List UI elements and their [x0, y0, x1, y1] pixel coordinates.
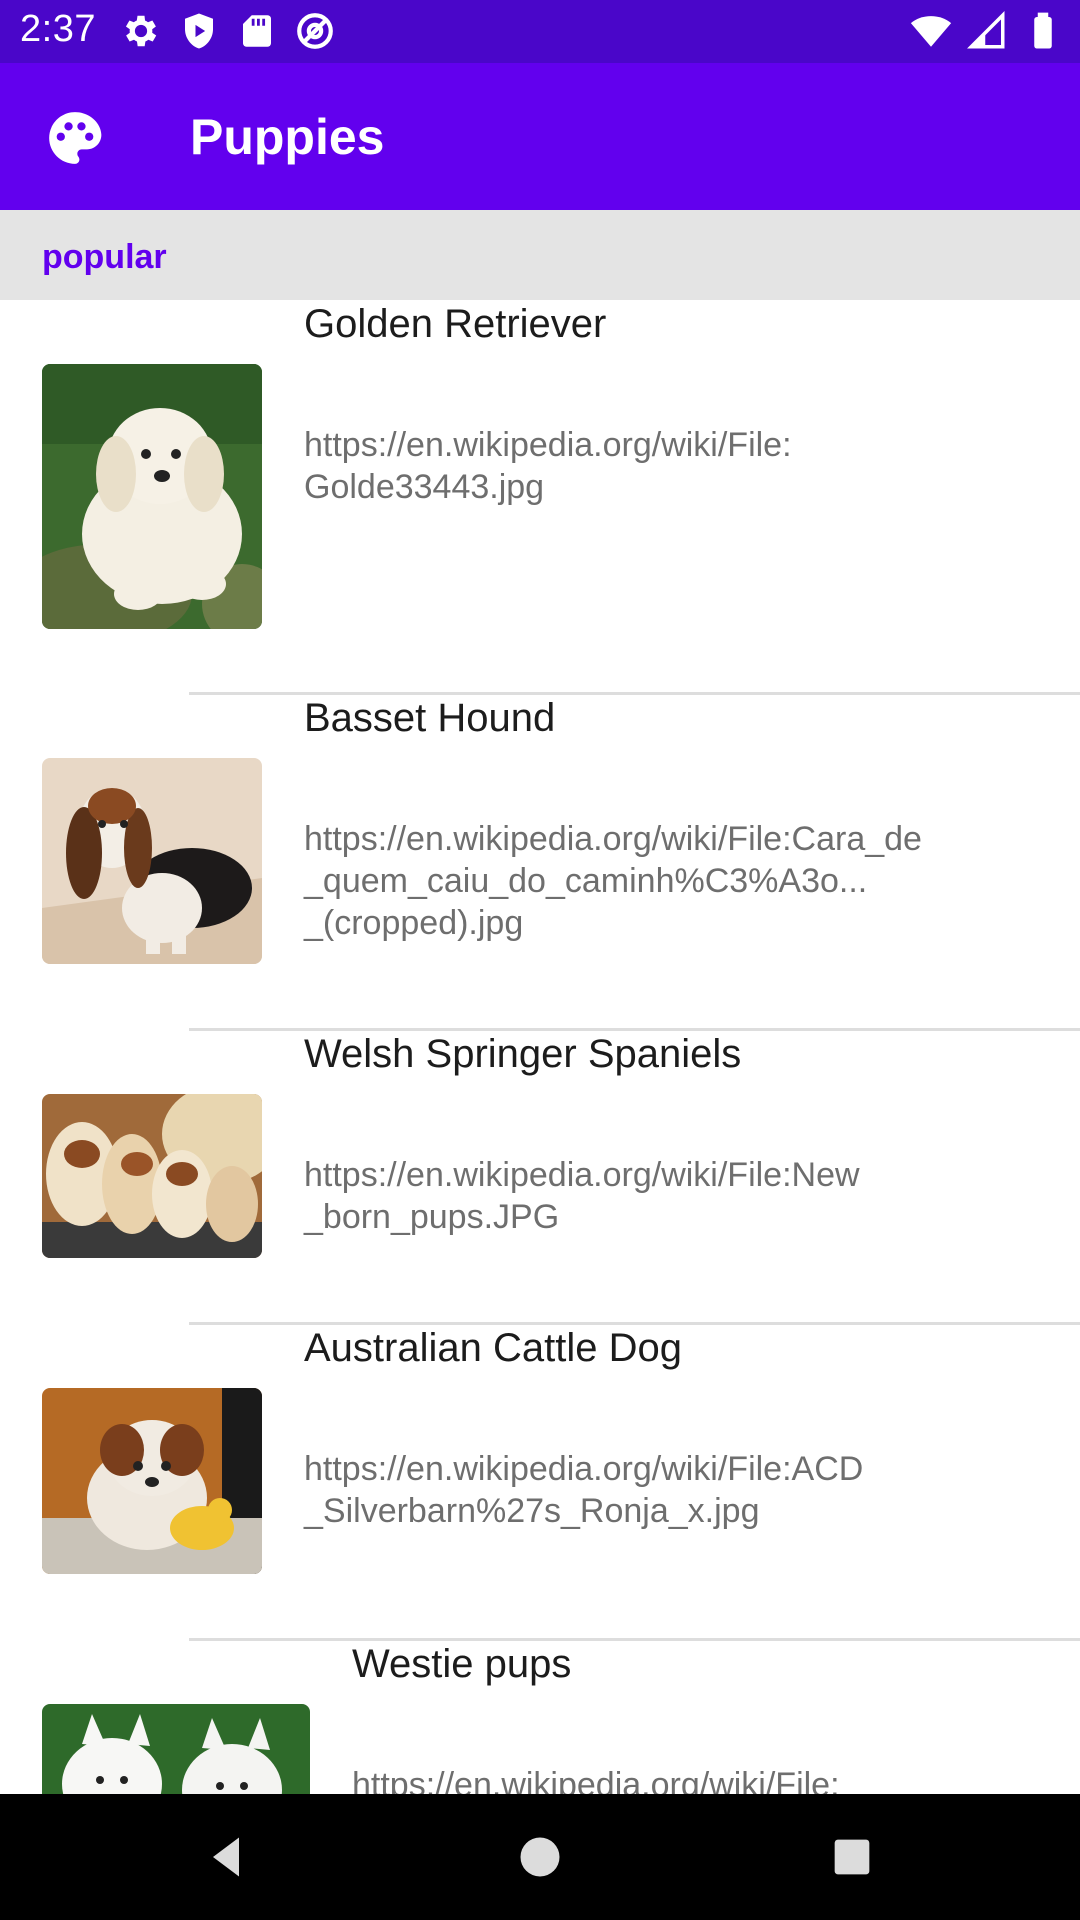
list-item[interactable]: Westie pups https://en.wikipedia.org/wik…: [0, 1640, 1080, 1794]
navigation-bar: [0, 1794, 1080, 1920]
page-title: Puppies: [190, 109, 385, 165]
item-url-line: _(cropped).jpg: [304, 904, 524, 942]
section-header: popular: [0, 210, 1080, 300]
play-protect-icon: [185, 13, 213, 49]
list-item[interactable]: Golden Retriever https://en.wikipedia.or…: [0, 300, 1080, 694]
item-url-line: https://en.wikipedia.org/wiki/File:: [304, 426, 792, 464]
item-url-line: _quem_caiu_do_caminh%C3%A3o...: [304, 862, 868, 900]
home-icon[interactable]: [514, 1831, 566, 1883]
item-url-line: https://en.wikipedia.org/wiki/File:ACD: [304, 1450, 864, 1488]
settings-icon: [125, 15, 157, 47]
list-item[interactable]: Basset Hound https://en.wikipedia.org/wi…: [0, 694, 1080, 1030]
battery-icon: [1034, 12, 1052, 49]
at-sign-icon: [297, 13, 333, 49]
section-label: popular: [42, 238, 167, 276]
wifi-icon: [910, 16, 952, 47]
item-title: Golden Retriever: [304, 302, 607, 346]
puppy-thumbnail: [42, 1094, 262, 1258]
puppy-thumbnail: [42, 1704, 310, 1794]
item-title: Australian Cattle Dog: [304, 1326, 682, 1370]
back-icon[interactable]: [200, 1831, 252, 1883]
signal-icon: [967, 11, 1005, 49]
item-url-line: _born_pups.JPG: [304, 1198, 560, 1236]
status-bar: 2:37: [0, 0, 1080, 63]
item-url-line: Golde33443.jpg: [304, 468, 545, 506]
puppy-thumbnail: [42, 364, 262, 629]
item-url-line: https://en.wikipedia.org/wiki/File:New: [304, 1156, 860, 1194]
item-url-line: https://en.wikipedia.org/wiki/File:: [352, 1766, 840, 1794]
palette-icon[interactable]: [44, 107, 106, 169]
sd-card-icon: [243, 15, 271, 47]
item-url-line: https://en.wikipedia.org/wiki/File:Cara_…: [304, 820, 922, 858]
item-title: Basset Hound: [304, 696, 556, 740]
status-icons-right: [910, 10, 1064, 52]
item-title: Welsh Springer Spaniels: [304, 1032, 742, 1076]
item-url-line: _Silverbarn%27s_Ronja_x.jpg: [304, 1492, 760, 1530]
item-title: Westie pups: [352, 1642, 572, 1686]
status-icons-left: [120, 10, 336, 52]
list-item[interactable]: Welsh Springer Spaniels https://en.wikip…: [0, 1030, 1080, 1324]
puppy-thumbnail: [42, 1388, 262, 1574]
status-time: 2:37: [20, 8, 96, 50]
recents-icon[interactable]: [826, 1831, 878, 1883]
puppy-list[interactable]: Golden Retriever https://en.wikipedia.or…: [0, 300, 1080, 1794]
app-bar: Puppies: [0, 63, 1080, 210]
list-item[interactable]: Australian Cattle Dog https://en.wikiped…: [0, 1324, 1080, 1640]
puppy-thumbnail: [42, 758, 262, 964]
